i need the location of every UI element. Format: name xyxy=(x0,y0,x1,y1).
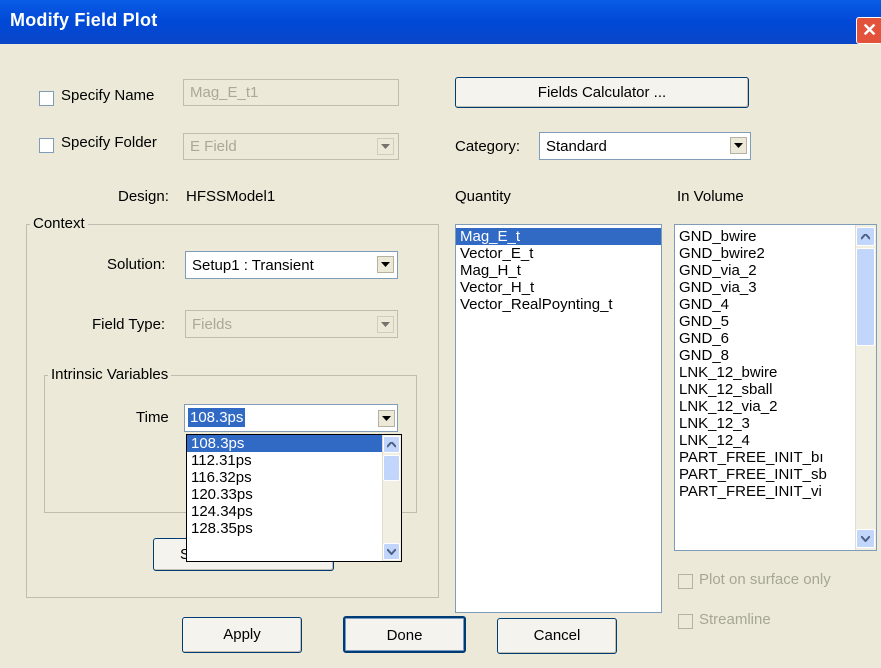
scroll-down-icon[interactable] xyxy=(383,543,400,560)
time-option[interactable]: 128.35ps xyxy=(187,520,401,537)
streamline-label: Streamline xyxy=(699,611,771,628)
chevron-down-icon[interactable] xyxy=(378,410,395,427)
done-button[interactable]: Done xyxy=(343,616,466,653)
volume-item[interactable]: PART_FREE_INIT_sb xyxy=(675,466,876,483)
field-type-select[interactable]: Fields xyxy=(185,310,398,338)
plot-on-surface-label: Plot on surface only xyxy=(699,571,831,588)
quantity-item[interactable]: Vector_RealPoynting_t xyxy=(456,296,661,313)
close-button[interactable]: ✕ xyxy=(856,17,881,44)
volume-item[interactable]: LNK_12_3 xyxy=(675,415,876,432)
volume-item[interactable]: GND_6 xyxy=(675,330,876,347)
time-option[interactable]: 116.32ps xyxy=(187,469,401,486)
quantity-item[interactable]: Mag_E_t xyxy=(456,228,661,245)
specify-name-label: Specify Name xyxy=(61,87,155,104)
apply-button[interactable]: Apply xyxy=(182,617,302,653)
context-label: Context xyxy=(30,215,88,232)
volume-item[interactable]: LNK_12_4 xyxy=(675,432,876,449)
volume-item[interactable]: PART_FREE_INIT_vi xyxy=(675,483,876,500)
scroll-up-icon[interactable] xyxy=(856,227,875,246)
volume-item[interactable]: PART_FREE_INIT_bı xyxy=(675,449,876,466)
time-option[interactable]: 120.33ps xyxy=(187,486,401,503)
volume-item[interactable]: GND_via_2 xyxy=(675,262,876,279)
plot-on-surface-checkbox[interactable] xyxy=(678,574,693,589)
design-value: HFSSModel1 xyxy=(186,188,276,205)
cancel-button[interactable]: Cancel xyxy=(497,618,617,654)
plot-name-input[interactable]: Mag_E_t1 xyxy=(183,79,399,106)
solution-select[interactable]: Setup1 : Transient xyxy=(185,251,398,279)
volume-item[interactable]: LNK_12_bwire xyxy=(675,364,876,381)
volume-item[interactable]: GND_bwire xyxy=(675,228,876,245)
scroll-up-icon[interactable] xyxy=(383,436,400,453)
scroll-down-icon[interactable] xyxy=(856,529,875,548)
volume-item[interactable]: GND_via_3 xyxy=(675,279,876,296)
volume-list-scroll-thumb[interactable] xyxy=(856,248,875,346)
time-list-scroll-thumb[interactable] xyxy=(383,455,400,481)
in-volume-list[interactable]: GND_bwire GND_bwire2 GND_via_2 GND_via_3… xyxy=(674,224,877,551)
volume-item[interactable]: GND_8 xyxy=(675,347,876,364)
window-title: Modify Field Plot xyxy=(10,10,158,30)
volume-item[interactable]: GND_5 xyxy=(675,313,876,330)
time-option[interactable]: 124.34ps xyxy=(187,503,401,520)
volume-item[interactable]: LNK_12_sball xyxy=(675,381,876,398)
intrinsic-variables-label: Intrinsic Variables xyxy=(48,366,172,383)
chevron-down-icon[interactable] xyxy=(377,256,394,273)
quantity-item[interactable]: Vector_E_t xyxy=(456,245,661,262)
volume-item[interactable]: LNK_12_via_2 xyxy=(675,398,876,415)
quantity-item[interactable]: Vector_H_t xyxy=(456,279,661,296)
quantity-list[interactable]: Mag_E_t Vector_E_t Mag_H_t Vector_H_t Ve… xyxy=(455,224,662,613)
folder-select[interactable]: E Field xyxy=(183,133,399,160)
field-type-label: Field Type: xyxy=(92,316,166,333)
time-option[interactable]: 112.31ps xyxy=(187,452,401,469)
chevron-down-icon[interactable] xyxy=(377,138,394,155)
specify-name-checkbox[interactable] xyxy=(39,91,54,106)
volume-item[interactable]: GND_4 xyxy=(675,296,876,313)
category-select[interactable]: Standard xyxy=(539,132,751,160)
time-dropdown-list[interactable]: 108.3ps 112.31ps 116.32ps 120.33ps 124.3… xyxy=(186,434,402,562)
specify-folder-label: Specify Folder xyxy=(61,134,157,151)
category-label: Category: xyxy=(455,138,521,155)
time-select-value: 108.3ps xyxy=(188,408,246,427)
design-label: Design: xyxy=(118,188,169,205)
solution-label: Solution: xyxy=(107,256,166,273)
in-volume-label: In Volume xyxy=(677,188,744,205)
chevron-down-icon[interactable] xyxy=(377,316,394,333)
volume-item[interactable]: GND_bwire2 xyxy=(675,245,876,262)
time-option[interactable]: 108.3ps xyxy=(187,435,401,452)
fields-calculator-button[interactable]: Fields Calculator ... xyxy=(455,77,749,108)
time-label: Time xyxy=(136,409,169,426)
streamline-checkbox[interactable] xyxy=(678,614,693,629)
quantity-item[interactable]: Mag_H_t xyxy=(456,262,661,279)
specify-folder-checkbox[interactable] xyxy=(39,138,54,153)
quantity-label: Quantity xyxy=(455,188,511,205)
chevron-down-icon[interactable] xyxy=(730,137,747,154)
